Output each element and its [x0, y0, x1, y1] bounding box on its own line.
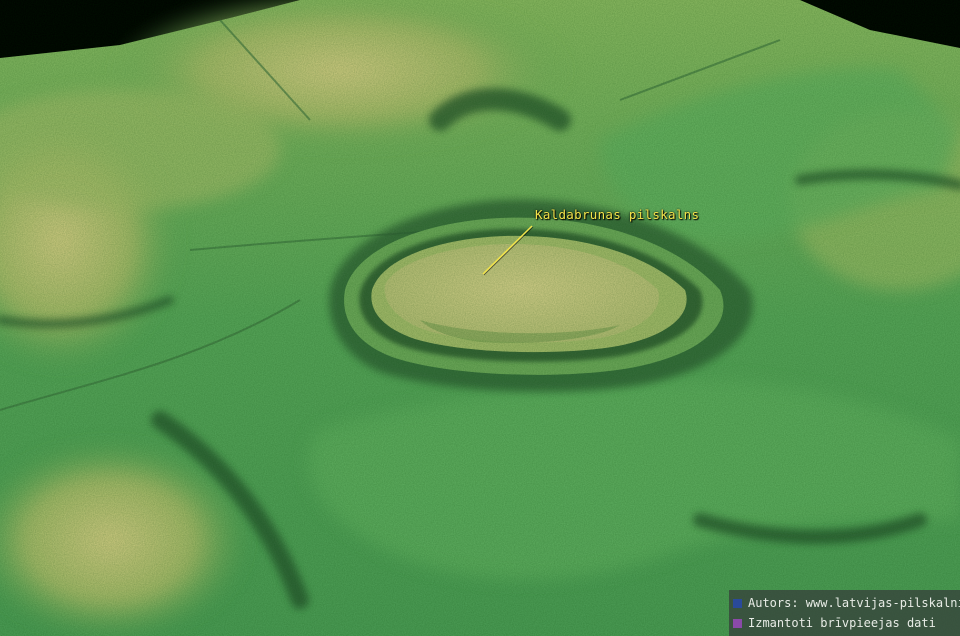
credit-data-text: Izmantoti brīvpieejas dati	[748, 616, 936, 630]
blue-square-icon	[733, 599, 742, 608]
surface-texture	[0, 0, 960, 636]
credit-author[interactable]: Autors: www.latvijas-pilskalni.lv	[733, 593, 960, 613]
credit-author-text: Autors: www.latvijas-pilskalni.lv	[748, 596, 960, 610]
terrain-relief[interactable]	[0, 0, 960, 636]
credits-panel: Autors: www.latvijas-pilskalni.lv Izmant…	[729, 590, 960, 636]
terrain-scene[interactable]: Kaldabrunas pilskalns Autors: www.latvij…	[0, 0, 960, 636]
credit-data-source: Izmantoti brīvpieejas dati	[733, 613, 960, 633]
hillfort-label: Kaldabrunas pilskalns	[535, 207, 700, 222]
purple-square-icon	[733, 619, 742, 628]
